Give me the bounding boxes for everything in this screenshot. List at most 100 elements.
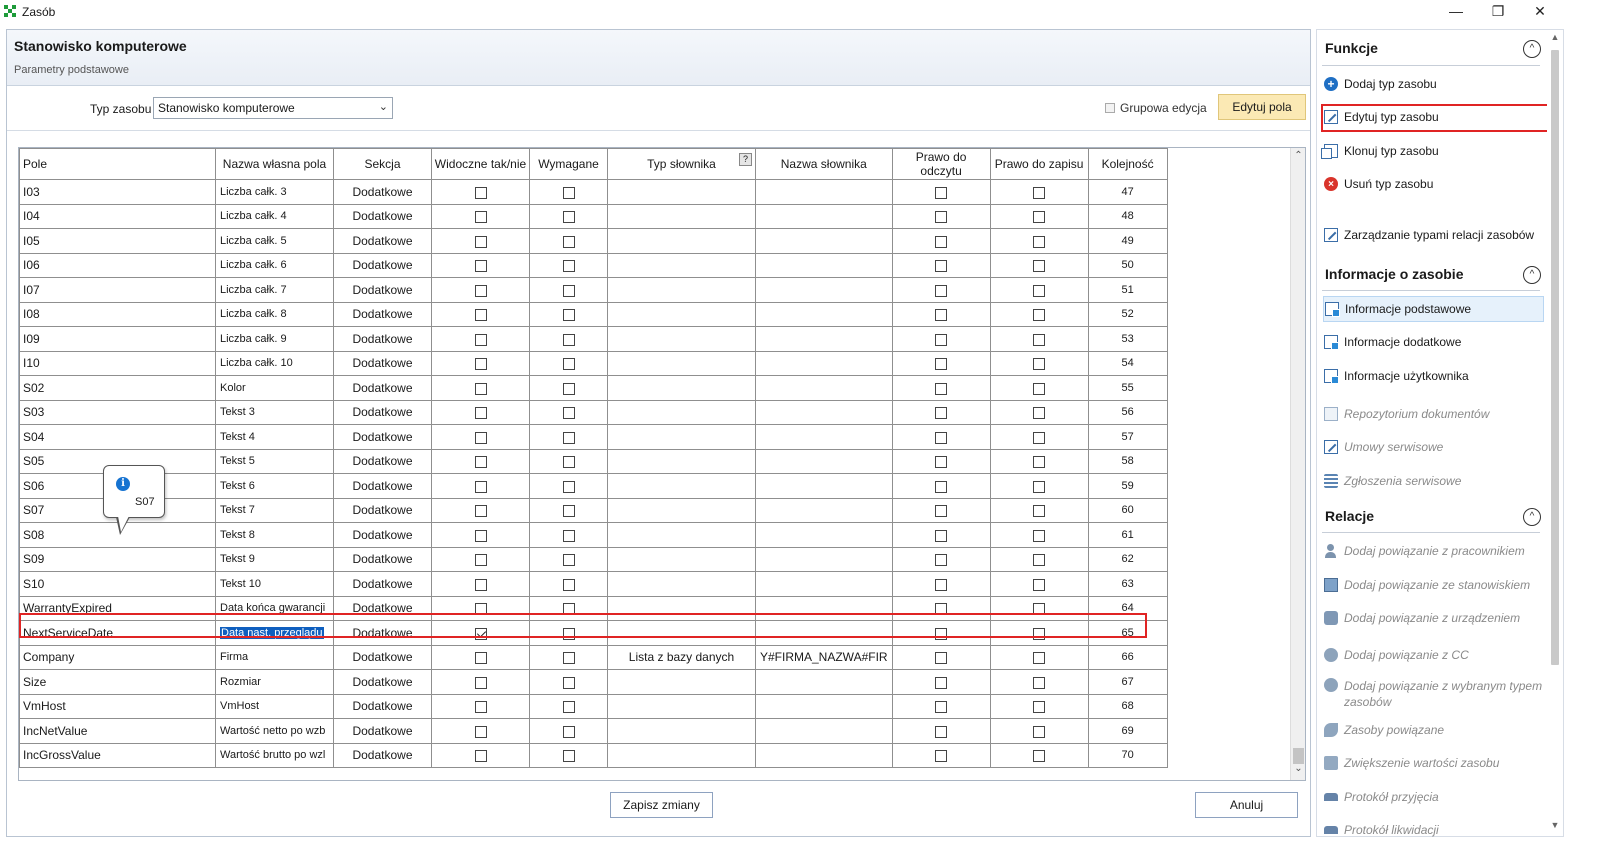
dict-name-cell[interactable] bbox=[755, 497, 893, 523]
order-cell[interactable]: 68 bbox=[1087, 693, 1168, 719]
table-row[interactable]: S07 Tekst 7 Dodatkowe 60 bbox=[19, 497, 1168, 523]
own-name-cell[interactable]: Liczba całk. 8 bbox=[215, 301, 334, 327]
read-right-checkbox[interactable] bbox=[935, 627, 948, 640]
dict-name-cell[interactable] bbox=[755, 742, 893, 768]
table-row[interactable]: I06 Liczba całk. 6 Dodatkowe 50 bbox=[19, 252, 1168, 278]
section-cell[interactable]: Dodatkowe bbox=[333, 742, 432, 768]
section-cell[interactable]: Dodatkowe bbox=[333, 669, 432, 695]
field-cell[interactable]: S03 bbox=[19, 399, 216, 425]
cancel-button[interactable]: Anuluj bbox=[1195, 792, 1298, 818]
own-name-cell[interactable]: Tekst 6 bbox=[215, 473, 334, 499]
read-right-checkbox[interactable] bbox=[935, 701, 948, 714]
section-cell[interactable]: Dodatkowe bbox=[333, 473, 432, 499]
dict-type-cell[interactable] bbox=[607, 546, 756, 572]
field-cell[interactable]: Company bbox=[19, 644, 216, 670]
table-row[interactable]: I04 Liczba całk. 4 Dodatkowe 48 bbox=[19, 203, 1168, 229]
dict-type-cell[interactable] bbox=[607, 522, 756, 548]
section-cell[interactable]: Dodatkowe bbox=[333, 277, 432, 303]
section-cell[interactable]: Dodatkowe bbox=[333, 448, 432, 474]
column-header-dict-name[interactable]: Nazwa słownika bbox=[755, 148, 893, 180]
section-cell[interactable]: Dodatkowe bbox=[333, 644, 432, 670]
table-row[interactable]: S05 Tekst 5 Dodatkowe 58 bbox=[19, 448, 1168, 474]
order-cell[interactable]: 64 bbox=[1087, 595, 1168, 621]
field-cell[interactable]: I06 bbox=[19, 252, 216, 278]
order-cell[interactable]: 49 bbox=[1087, 228, 1168, 254]
column-header-section[interactable]: Sekcja bbox=[333, 148, 432, 180]
own-name-cell[interactable]: Tekst 4 bbox=[215, 424, 334, 450]
read-right-checkbox[interactable] bbox=[935, 529, 948, 542]
read-right-checkbox[interactable] bbox=[935, 260, 948, 273]
side-action-info-1[interactable]: Informacje dodatkowe bbox=[1323, 329, 1544, 355]
side-action-functions-3[interactable]: × Usuń typ zasobu bbox=[1323, 171, 1544, 197]
visible-checkbox[interactable] bbox=[474, 211, 487, 224]
close-button[interactable]: ✕ bbox=[1520, 0, 1560, 22]
own-name-cell[interactable]: Liczba całk. 3 bbox=[215, 179, 334, 205]
dict-name-cell[interactable] bbox=[755, 277, 893, 303]
dict-name-cell[interactable] bbox=[755, 718, 893, 744]
side-action-info-4[interactable]: Umowy serwisowe bbox=[1323, 434, 1544, 460]
table-row[interactable]: S09 Tekst 9 Dodatkowe 62 bbox=[19, 546, 1168, 572]
read-right-checkbox[interactable] bbox=[935, 186, 948, 199]
order-cell[interactable]: 69 bbox=[1087, 718, 1168, 744]
write-right-checkbox[interactable] bbox=[1033, 186, 1046, 199]
dict-type-cell[interactable] bbox=[607, 742, 756, 768]
field-cell[interactable]: I03 bbox=[19, 179, 216, 205]
field-cell[interactable]: S10 bbox=[19, 571, 216, 597]
field-cell[interactable]: S04 bbox=[19, 424, 216, 450]
field-cell[interactable]: VmHost bbox=[19, 693, 216, 719]
own-name-cell[interactable]: Wartość netto po wzb bbox=[215, 718, 334, 744]
write-right-checkbox[interactable] bbox=[1033, 652, 1046, 665]
dict-name-cell[interactable] bbox=[755, 203, 893, 229]
required-checkbox[interactable] bbox=[562, 676, 575, 689]
side-action-functions-1[interactable]: Edytuj typ zasobu bbox=[1323, 104, 1544, 130]
scroll-down-icon[interactable]: ⌄ bbox=[1291, 763, 1305, 778]
dict-name-cell[interactable] bbox=[755, 375, 893, 401]
required-checkbox[interactable] bbox=[562, 407, 575, 420]
required-checkbox[interactable] bbox=[562, 235, 575, 248]
own-name-cell[interactable]: Liczba całk. 10 bbox=[215, 350, 334, 376]
dict-type-cell[interactable] bbox=[607, 326, 756, 352]
dict-type-cell[interactable] bbox=[607, 252, 756, 278]
write-right-checkbox[interactable] bbox=[1033, 407, 1046, 420]
order-cell[interactable]: 53 bbox=[1087, 326, 1168, 352]
section-cell[interactable]: Dodatkowe bbox=[333, 718, 432, 744]
dict-name-cell[interactable] bbox=[755, 595, 893, 621]
own-name-cell[interactable]: Tekst 8 bbox=[215, 522, 334, 548]
side-action-relations-6[interactable]: Zwiększenie wartości zasobu bbox=[1323, 750, 1544, 776]
dict-name-cell[interactable] bbox=[755, 620, 893, 646]
table-row[interactable]: Company Firma Dodatkowe Lista z bazy danych… bbox=[19, 644, 1168, 670]
section-cell[interactable]: Dodatkowe bbox=[333, 301, 432, 327]
own-name-cell[interactable]: Tekst 10 bbox=[215, 571, 334, 597]
dict-name-cell[interactable] bbox=[755, 350, 893, 376]
scroll-thumb[interactable] bbox=[1293, 748, 1304, 764]
section-cell[interactable]: Dodatkowe bbox=[333, 179, 432, 205]
field-cell[interactable]: I10 bbox=[19, 350, 216, 376]
section-cell[interactable]: Dodatkowe bbox=[333, 228, 432, 254]
dict-name-cell[interactable] bbox=[755, 571, 893, 597]
save-changes-button[interactable]: Zapisz zmiany bbox=[610, 792, 713, 818]
required-checkbox[interactable] bbox=[562, 186, 575, 199]
write-right-checkbox[interactable] bbox=[1033, 750, 1046, 763]
required-checkbox[interactable] bbox=[562, 529, 575, 542]
side-action-info-5[interactable]: Zgłoszenia serwisowe bbox=[1323, 468, 1544, 494]
help-icon[interactable]: ? bbox=[739, 153, 752, 166]
required-checkbox[interactable] bbox=[562, 750, 575, 763]
side-action-relations-5[interactable]: Zasoby powiązane bbox=[1323, 717, 1544, 743]
visible-checkbox[interactable] bbox=[474, 456, 487, 469]
order-cell[interactable]: 47 bbox=[1087, 179, 1168, 205]
dict-name-cell[interactable]: Y#FIRMA_NAZWA#FIR bbox=[755, 644, 893, 670]
order-cell[interactable]: 70 bbox=[1087, 742, 1168, 768]
side-action-relations-7[interactable]: Protokół przyjęcia bbox=[1323, 784, 1544, 810]
own-name-cell[interactable]: Kolor bbox=[215, 375, 334, 401]
dict-type-cell[interactable] bbox=[607, 424, 756, 450]
dict-name-cell[interactable] bbox=[755, 228, 893, 254]
own-name-cell[interactable]: Firma bbox=[215, 644, 334, 670]
field-cell[interactable]: I09 bbox=[19, 326, 216, 352]
column-header-own-name[interactable]: Nazwa własna pola bbox=[215, 148, 334, 180]
side-action-relations-1[interactable]: Dodaj powiązanie ze stanowiskiem bbox=[1323, 572, 1544, 598]
own-name-cell[interactable]: Tekst 9 bbox=[215, 546, 334, 572]
visible-checkbox[interactable] bbox=[474, 676, 487, 689]
visible-checkbox[interactable] bbox=[474, 186, 487, 199]
side-action-info-0[interactable]: Informacje podstawowe bbox=[1323, 296, 1544, 322]
own-name-cell[interactable]: Tekst 7 bbox=[215, 497, 334, 523]
